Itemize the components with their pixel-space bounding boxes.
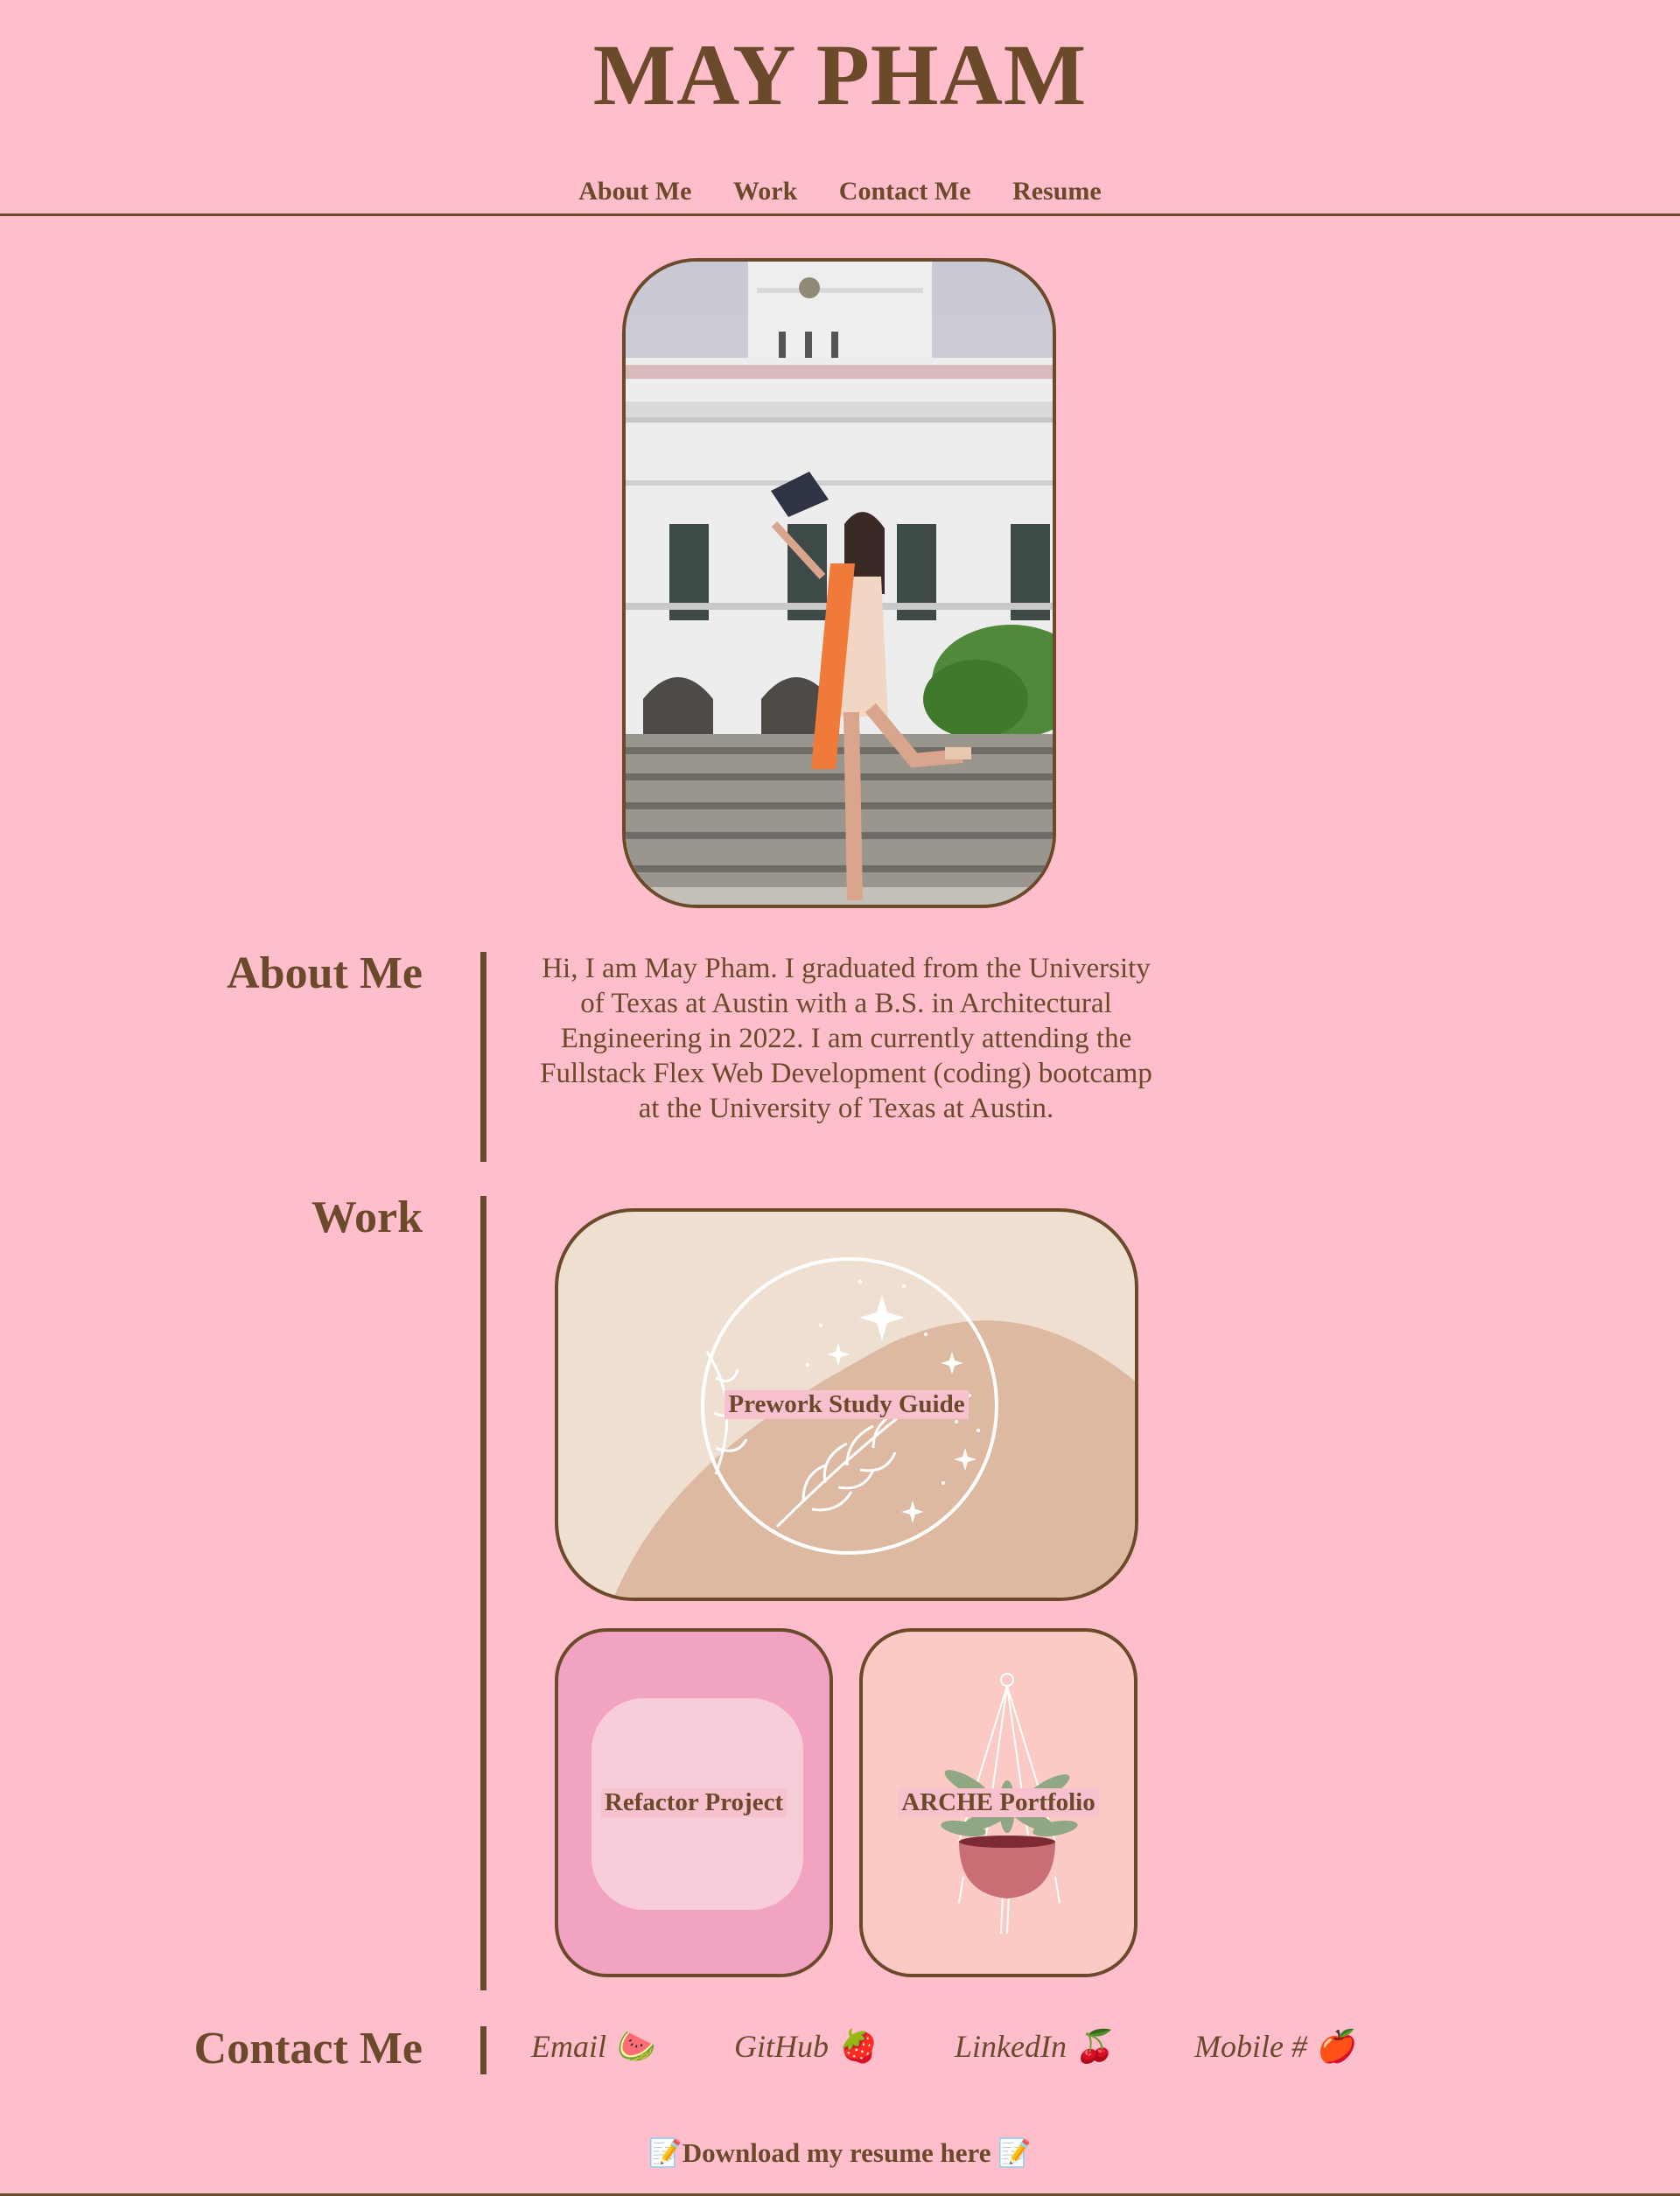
work-divider: [480, 1196, 486, 1990]
project-card-prework-study-guide[interactable]: Prework Study Guide: [555, 1208, 1138, 1601]
about-heading: About Me: [227, 948, 423, 998]
memo-icon: 📝: [648, 2137, 682, 2168]
nav-link-about-me[interactable]: About Me: [578, 177, 691, 206]
site-header: MAY PHAM About Me Work Contact Me Resume: [0, 0, 1680, 216]
main-nav: About Me Work Contact Me Resume: [0, 177, 1680, 206]
contact-heading: Contact Me: [193, 2024, 423, 2074]
project-label-prework: Prework Study Guide: [724, 1390, 969, 1419]
project-card-refactor-project[interactable]: Refactor Project: [555, 1628, 833, 1977]
nav-link-resume[interactable]: Resume: [1012, 177, 1102, 206]
linkedin-label: LinkedIn: [955, 2029, 1067, 2064]
cherry-icon: 🍒: [1074, 2029, 1114, 2064]
project-card-arche-portfolio[interactable]: ARCHE Portfolio: [859, 1628, 1138, 1977]
github-label: GitHub: [734, 2029, 829, 2064]
site-footer: 📝Download my resume here 📝: [0, 2131, 1680, 2196]
about-divider: [480, 952, 486, 1162]
strawberry-icon: 🍓: [836, 2029, 876, 2064]
contact-link-github[interactable]: GitHub 🍓: [734, 2028, 876, 2065]
contact-link-mobile[interactable]: Mobile # 🍎: [1194, 2028, 1354, 2065]
memo-icon: 📝: [998, 2137, 1032, 2168]
project-label-refactor: Refactor Project: [600, 1788, 788, 1817]
contact-link-email[interactable]: Email 🍉: [531, 2028, 654, 2065]
project-label-arche: ARCHE Portfolio: [898, 1788, 1099, 1817]
watermelon-icon: 🍉: [614, 2029, 654, 2064]
nav-link-contact-me[interactable]: Contact Me: [839, 177, 971, 206]
contact-link-linkedin[interactable]: LinkedIn 🍒: [955, 2028, 1114, 2065]
resume-download-link[interactable]: 📝Download my resume here 📝: [648, 2137, 1032, 2168]
site-title: MAY PHAM: [592, 26, 1088, 123]
profile-photo: [622, 258, 1056, 908]
about-text: Hi, I am May Pham. I graduated from the …: [540, 953, 1152, 1124]
nav-link-work[interactable]: Work: [733, 177, 797, 206]
resume-download-label: Download my resume here: [682, 2137, 991, 2168]
email-label: Email: [531, 2029, 606, 2064]
apple-icon: 🍎: [1314, 2029, 1354, 2064]
mobile-label: Mobile #: [1194, 2029, 1307, 2064]
work-heading: Work: [311, 1192, 423, 1242]
contact-divider: [480, 2026, 486, 2074]
